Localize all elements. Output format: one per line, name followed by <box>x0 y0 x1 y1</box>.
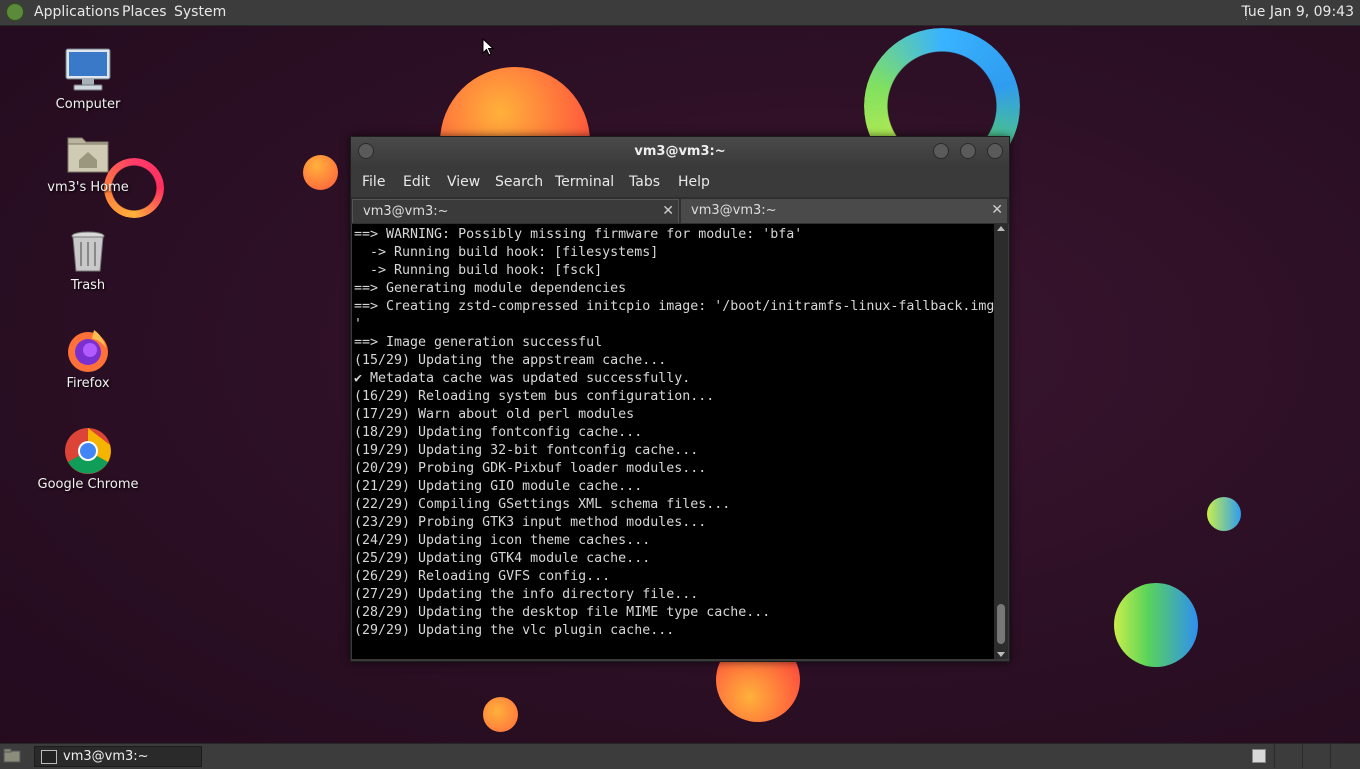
terminal-line: (27/29) Updating the info directory file… <box>354 587 699 602</box>
wallpaper-gradient-circle-right <box>1114 583 1198 667</box>
desktop-icon-label: Firefox <box>66 376 110 391</box>
menu-search[interactable]: Search <box>495 174 543 190</box>
terminal-line: ==> Creating zstd-compressed initcpio im… <box>354 299 994 314</box>
terminal-menubar: File Edit View Search Terminal Tabs Help <box>351 167 1009 197</box>
menu-file[interactable]: File <box>362 174 385 190</box>
trash-icon <box>64 228 112 276</box>
distro-logo-icon[interactable] <box>6 3 24 21</box>
workspace-4[interactable] <box>1330 744 1359 768</box>
workspace-1[interactable] <box>1252 749 1266 763</box>
terminal-line: -> Running build hook: [fsck] <box>354 263 603 278</box>
terminal-line: (26/29) Reloading GVFS config... <box>354 569 611 584</box>
terminal-icon <box>41 750 57 764</box>
window-titlebar[interactable]: vm3@vm3:~ <box>351 137 1009 167</box>
tab-1[interactable]: vm3@vm3:~ ✕ <box>352 199 679 223</box>
desktop-icon-label: Trash <box>70 278 106 293</box>
desktop-icon-label: Google Chrome <box>37 477 139 492</box>
taskbar-button-terminal[interactable]: vm3@vm3:~ <box>34 746 202 767</box>
terminal-line: (16/29) Reloading system bus configurati… <box>354 389 715 404</box>
terminal-line: (24/29) Updating icon theme caches... <box>354 533 651 548</box>
home-folder-icon <box>64 130 112 178</box>
terminal-line: -> Running build hook: [filesystems] <box>354 245 659 260</box>
bottom-panel: vm3@vm3:~ <box>0 743 1360 769</box>
terminal-line: (21/29) Updating GIO module cache... <box>354 479 643 494</box>
desktop-icon-firefox[interactable]: Firefox <box>33 326 143 391</box>
wallpaper-orange-dot-bottom <box>483 697 518 732</box>
menu-system[interactable]: System <box>174 4 226 20</box>
desktop-icon-chrome[interactable]: Google Chrome <box>33 427 143 492</box>
desktop-icon-computer[interactable]: Computer <box>33 47 143 112</box>
desktop-icon-trash[interactable]: Trash <box>33 228 143 293</box>
menu-edit[interactable]: Edit <box>403 174 430 190</box>
terminal-lines: ==> WARNING: Possibly missing firmware f… <box>354 226 994 640</box>
terminal-window[interactable]: vm3@vm3:~ File Edit View Search Terminal… <box>350 136 1010 662</box>
terminal-line: ==> Generating module dependencies <box>354 281 627 296</box>
menu-places[interactable]: Places <box>122 4 167 20</box>
scroll-down-icon[interactable] <box>997 652 1005 657</box>
desktop-icon-home[interactable]: vm3's Home <box>33 130 143 195</box>
workspace-2[interactable] <box>1274 744 1303 768</box>
window-title: vm3@vm3:~ <box>634 144 726 159</box>
terminal-line: ✔ Metadata cache was updated successfull… <box>354 371 691 386</box>
clock[interactable]: Tue Jan 9, 09:43 <box>1241 4 1354 20</box>
tab-bar: vm3@vm3:~ ✕ vm3@vm3:~ ✕ <box>351 197 1009 224</box>
tab-close-icon[interactable]: ✕ <box>991 202 1003 218</box>
tab-label: vm3@vm3:~ <box>363 204 449 219</box>
terminal-output[interactable]: ==> WARNING: Possibly missing firmware f… <box>352 224 994 659</box>
computer-icon <box>64 47 112 95</box>
mouse-cursor-icon <box>482 37 495 60</box>
taskbar-button-label: vm3@vm3:~ <box>63 749 149 764</box>
wallpaper-orange-dot-left <box>303 155 338 190</box>
top-panel: Applications Places System Tue Jan 9, 09… <box>0 0 1360 26</box>
menu-help[interactable]: Help <box>678 174 710 190</box>
workspace-3[interactable] <box>1302 744 1331 768</box>
close-button[interactable] <box>987 143 1003 159</box>
terminal-line: (29/29) Updating the vlc plugin cache... <box>354 623 675 638</box>
terminal-line: (25/29) Updating GTK4 module cache... <box>354 551 651 566</box>
terminal-line: (17/29) Warn about old perl modules <box>354 407 635 422</box>
terminal-scrollbar[interactable] <box>994 224 1008 659</box>
terminal-line: (28/29) Updating the desktop file MIME t… <box>354 605 771 620</box>
terminal-line: (18/29) Updating fontconfig cache... <box>354 425 643 440</box>
wallpaper-gradient-dot-small <box>1207 497 1241 531</box>
show-desktop-icon[interactable] <box>3 748 21 763</box>
tab-2[interactable]: vm3@vm3:~ ✕ <box>681 199 1007 223</box>
scroll-thumb[interactable] <box>997 604 1005 644</box>
desktop-icon-label: Computer <box>55 97 121 112</box>
menu-applications[interactable]: Applications <box>34 4 120 20</box>
terminal-line: ==> WARNING: Possibly missing firmware f… <box>354 227 803 242</box>
terminal-line: (20/29) Probing GDK-Pixbuf loader module… <box>354 461 707 476</box>
menu-view[interactable]: View <box>447 174 480 190</box>
chrome-icon <box>64 427 112 475</box>
terminal-line: (22/29) Compiling GSettings XML schema f… <box>354 497 731 512</box>
menu-terminal[interactable]: Terminal <box>555 174 614 190</box>
terminal-line: (23/29) Probing GTK3 input method module… <box>354 515 707 530</box>
terminal-line: ' <box>354 317 363 332</box>
terminal-line: (19/29) Updating 32-bit fontconfig cache… <box>354 443 699 458</box>
maximize-button[interactable] <box>960 143 976 159</box>
menu-tabs[interactable]: Tabs <box>629 174 660 190</box>
minimize-button[interactable] <box>933 143 949 159</box>
terminal-line: ==> Image generation successful <box>354 335 603 350</box>
desktop-icon-label: vm3's Home <box>47 180 129 195</box>
firefox-icon <box>64 326 112 374</box>
tab-label: vm3@vm3:~ <box>691 203 777 218</box>
terminal-line: (15/29) Updating the appstream cache... <box>354 353 667 368</box>
scroll-up-icon[interactable] <box>997 226 1005 231</box>
tab-close-icon[interactable]: ✕ <box>662 203 674 219</box>
